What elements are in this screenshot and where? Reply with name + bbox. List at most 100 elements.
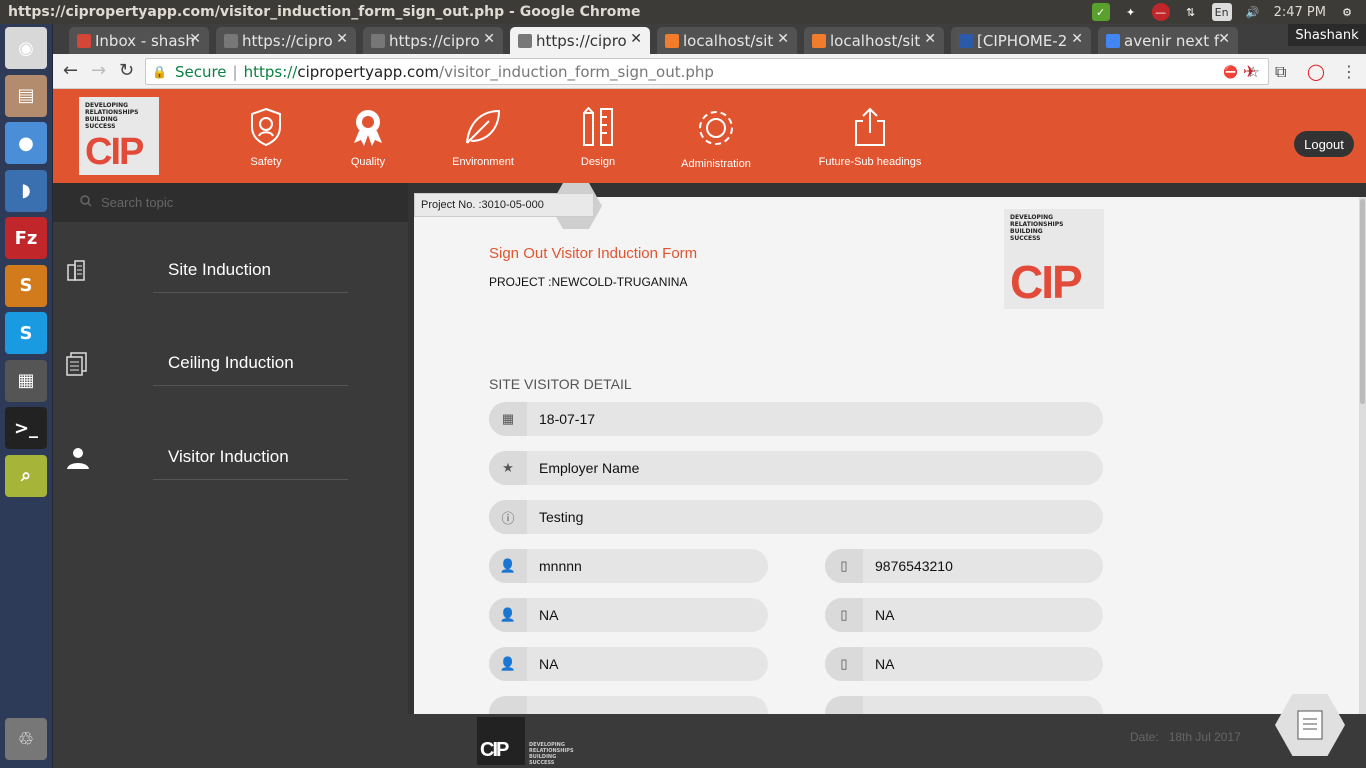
tab-close-icon[interactable]: ✕	[483, 31, 495, 47]
tab-close-icon[interactable]: ✕	[630, 31, 642, 47]
dropbox-icon[interactable]: ✦	[1122, 3, 1140, 21]
browser-tab[interactable]: avenir next f ✕	[1098, 27, 1238, 54]
search-bar[interactable]: Search topic	[53, 183, 408, 222]
skype-icon[interactable]: S	[5, 312, 47, 354]
reload-icon[interactable]: ↻	[119, 60, 134, 81]
visitor-phone-value: NA	[875, 656, 895, 672]
footer-tagline: DEVELOPING RELATIONSHIPS BUILDING SUCCES…	[529, 742, 574, 766]
files-icon[interactable]: ▤	[5, 74, 47, 117]
visitor-phone-field[interactable]: ▯ NA	[825, 647, 1103, 681]
blocked-content-icon[interactable]: ⛔	[1223, 65, 1238, 79]
building-icon	[66, 259, 86, 285]
browser-tab[interactable]: https://cipro ✕	[363, 27, 503, 54]
browser-tab[interactable]: localhost/sit ✕	[804, 27, 944, 54]
screenshot-icon[interactable]: ⌕	[5, 454, 47, 497]
person-icon: 👤	[489, 647, 527, 681]
dolphin-icon[interactable]: ◗	[5, 169, 47, 212]
visitor-name-field[interactable]: 👤 NA	[489, 598, 768, 632]
tab-title: https://cipro	[536, 31, 627, 50]
power-icon[interactable]: ⚙	[1338, 3, 1356, 21]
visitor-name-field[interactable]	[489, 696, 768, 714]
video-editor-icon[interactable]: ▦	[5, 359, 47, 402]
star-icon: ★	[489, 451, 527, 485]
tab-close-icon[interactable]: ✕	[336, 31, 348, 47]
footer-logo: CIP	[477, 717, 525, 765]
extension-opera-icon[interactable]: ◯	[1307, 62, 1325, 81]
nav-design[interactable]: Design	[568, 106, 628, 168]
tab-close-icon[interactable]: ✕	[777, 31, 789, 47]
address-bar[interactable]: 🔒 Secure | https://cipropertyapp.com/vis…	[145, 58, 1269, 85]
profile-button[interactable]: Shashank	[1288, 24, 1366, 46]
employer-field[interactable]: ★ Employer Name	[489, 451, 1103, 485]
tab-close-icon[interactable]: ✕	[924, 31, 936, 47]
forward-icon[interactable]: →	[91, 60, 106, 81]
info-field[interactable]: ⓘ Testing	[489, 500, 1103, 534]
mobile-icon: ▯	[825, 598, 863, 632]
tab-close-icon[interactable]: ✕	[189, 31, 201, 47]
date-value: 18-07-17	[539, 411, 596, 427]
section-title: SITE VISITOR DETAIL	[489, 376, 632, 392]
sidebar-item-site-induction[interactable]: Site Induction	[153, 248, 348, 293]
sidebar-item-ceiling-induction[interactable]: Ceiling Induction	[153, 341, 348, 386]
nav-safety[interactable]: Safety	[236, 107, 296, 168]
visitor-name-field[interactable]: 👤 mnnnn	[489, 549, 768, 583]
visitor-phone-field[interactable]: ▯ 9876543210	[825, 549, 1103, 583]
logo-tagline: DEVELOPING RELATIONSHIPS BUILDING SUCCES…	[85, 102, 139, 130]
filezilla-icon[interactable]: Fz	[5, 217, 47, 259]
terminal-icon[interactable]: >_	[5, 407, 47, 449]
tab-strip: avenir next f ✕ [CIPHOME-2 ✕ localhost/sit ✕ l…	[53, 24, 1366, 54]
menu-icon[interactable]: ⋮	[1341, 62, 1357, 81]
chrome-icon[interactable]: ●	[5, 122, 47, 164]
no-entry-icon[interactable]: —	[1151, 3, 1170, 21]
nav-environment[interactable]: Environment	[452, 107, 514, 168]
volume-icon[interactable]: 🔊	[1244, 3, 1262, 21]
visitor-phone-field[interactable]: ▯ NA	[825, 598, 1103, 632]
scrollbar[interactable]	[1359, 197, 1366, 714]
visitor-phone-field[interactable]	[825, 696, 1103, 714]
check-icon[interactable]: ✓	[1091, 3, 1110, 21]
browser-tab[interactable]: https://cipro ✕	[510, 27, 650, 54]
extension-bird-icon[interactable]: ✈	[1243, 62, 1256, 81]
system-tray: ✓ ✦ — ⇅ En 🔊 2:47 PM ⚙	[1091, 3, 1366, 21]
nav-label: Future-Sub headings	[818, 156, 922, 168]
visitor-name-value: NA	[539, 656, 559, 672]
tab-close-icon[interactable]: ✕	[1218, 31, 1230, 47]
back-icon[interactable]: ←	[63, 60, 78, 81]
project-name: PROJECT :NEWCOLD-TRUGANINA	[489, 275, 688, 289]
mobile-icon: ▯	[825, 647, 863, 681]
trash-icon[interactable]: ♲	[5, 718, 47, 760]
info-icon: ⓘ	[489, 500, 527, 534]
keyboard-layout[interactable]: En	[1211, 3, 1232, 21]
nav-label: Design	[580, 156, 616, 168]
url-separator: |	[232, 62, 238, 81]
visitor-name-value: NA	[539, 607, 559, 623]
scrollbar-thumb[interactable]	[1360, 199, 1365, 404]
sidebar-item-visitor-induction[interactable]: Visitor Induction	[153, 435, 348, 480]
tab-title: https://cipro	[242, 31, 333, 50]
browser-tab[interactable]: Inbox - shash ✕	[69, 27, 209, 54]
browser-tab[interactable]: [CIPHOME-2 ✕	[951, 27, 1091, 54]
nav-future-sub-headings[interactable]: Future-Sub headings	[819, 107, 921, 168]
extension-cast-icon[interactable]: ⧉	[1275, 62, 1286, 82]
tab-close-icon[interactable]: ✕	[1071, 31, 1083, 47]
tab-title: [CIPHOME-2	[977, 31, 1068, 50]
browser-tab[interactable]: https://cipro ✕	[216, 27, 356, 54]
clock[interactable]: 2:47 PM	[1274, 5, 1326, 20]
network-icon[interactable]: ⇅	[1182, 3, 1200, 21]
shield-icon	[249, 107, 283, 156]
info-value: Testing	[539, 509, 584, 525]
cip-logo[interactable]: DEVELOPING RELATIONSHIPS BUILDING SUCCES…	[79, 97, 159, 175]
calendar-icon: ▦	[489, 402, 527, 436]
form-title: Sign Out Visitor Induction Form	[489, 245, 698, 262]
sublime-icon[interactable]: S	[5, 264, 47, 307]
nav-administration[interactable]: Administration	[681, 107, 751, 170]
visitor-name-field[interactable]: 👤 NA	[489, 647, 768, 681]
tab-favicon-icon	[959, 34, 973, 48]
sidebar: Site Induction Ceiling Induction Visitor I…	[53, 222, 408, 768]
browser-tab[interactable]: localhost/sit ✕	[657, 27, 797, 54]
ubuntu-icon[interactable]: ◉	[5, 27, 47, 69]
date-field[interactable]: ▦ 18-07-17	[489, 402, 1103, 436]
logout-button[interactable]: Logout	[1294, 131, 1354, 157]
nav-quality[interactable]: Quality	[338, 107, 398, 168]
cip-form-logo: DEVELOPING RELATIONSHIPS BUILDING SUCCES…	[1004, 209, 1104, 309]
